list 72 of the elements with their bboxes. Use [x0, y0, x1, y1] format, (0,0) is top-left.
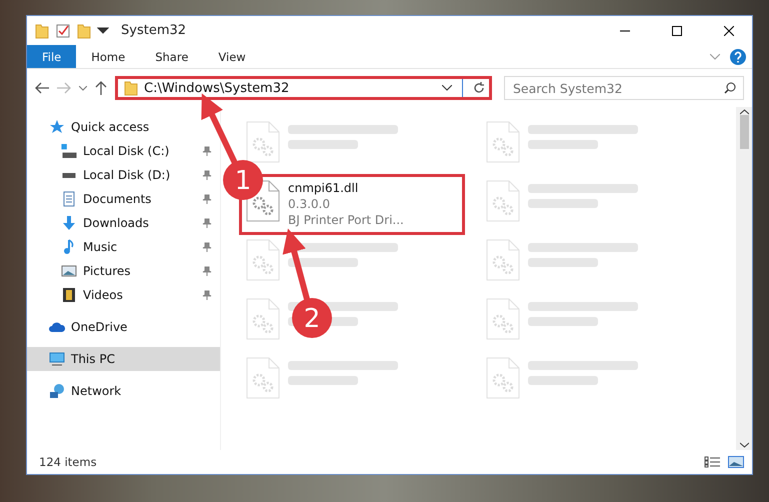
dll-file-icon: [246, 121, 280, 163]
up-button[interactable]: [95, 81, 107, 95]
blurred-text-bar: [288, 140, 358, 149]
star-icon: [49, 119, 65, 135]
chevron-down-icon[interactable]: [442, 85, 452, 91]
pin-icon[interactable]: [202, 218, 212, 228]
drive-icon: [61, 144, 77, 158]
document-icon: [61, 191, 77, 207]
dll-file-icon: [486, 180, 520, 222]
ribbon-tab[interactable]: Share: [140, 45, 204, 68]
blurred-text-bar: [288, 258, 358, 267]
ribbon-tab[interactable]: Home: [76, 45, 140, 68]
drive-icon: [61, 172, 77, 178]
sidebar-item[interactable]: Network: [27, 379, 220, 403]
address-path: C:\Windows\System32: [144, 80, 290, 96]
sidebar-item[interactable]: OneDrive: [27, 315, 220, 339]
file-description: BJ Printer Port Dri...: [288, 212, 404, 228]
scroll-up-icon[interactable]: [740, 109, 748, 115]
address-bar[interactable]: C:\Windows\System32: [115, 76, 492, 100]
item-count: 124 items: [39, 455, 98, 469]
pin-icon[interactable]: [202, 170, 212, 180]
folder-icon: [124, 80, 138, 96]
file-version: 0.3.0.0: [288, 196, 331, 212]
scrollbar-thumb[interactable]: [740, 115, 748, 149]
pin-icon[interactable]: [202, 266, 212, 276]
details-view-icon[interactable]: [704, 456, 720, 468]
dll-file-icon: [486, 121, 520, 163]
customize-toolbar-icon[interactable]: [97, 26, 109, 36]
recent-locations-button[interactable]: [79, 86, 87, 90]
close-icon: [724, 26, 734, 36]
pin-icon[interactable]: [202, 194, 212, 204]
blurred-text-bar: [528, 317, 598, 326]
pin-icon[interactable]: [202, 242, 212, 252]
scroll-down-icon[interactable]: [740, 442, 748, 448]
picture-icon: [61, 263, 77, 279]
refresh-icon[interactable]: [473, 82, 485, 94]
pin-icon[interactable]: [202, 146, 212, 156]
download-arrow-icon: [61, 215, 77, 231]
search-icon[interactable]: [724, 82, 736, 94]
ribbon-tab[interactable]: File: [27, 45, 76, 68]
film-icon: [61, 287, 77, 303]
pin-icon[interactable]: [202, 290, 212, 300]
blurred-text-bar: [528, 140, 598, 149]
sidebar-item[interactable]: Music: [27, 235, 220, 259]
blurred-text-bar: [528, 376, 598, 385]
ribbon-tab[interactable]: View: [203, 45, 261, 68]
dll-file-icon: [246, 357, 280, 399]
scrollbar[interactable]: [736, 107, 752, 450]
new-folder-icon: [77, 22, 91, 38]
properties-icon[interactable]: [55, 22, 71, 38]
dll-file-icon: [246, 239, 280, 281]
dll-file-icon: [486, 239, 520, 281]
folder-icon: [35, 22, 49, 38]
blurred-text-bar: [288, 376, 358, 385]
blurred-text-bar: [528, 199, 598, 208]
dll-file-icon: [486, 357, 520, 399]
file-name: cnmpi61.dll: [288, 180, 360, 196]
maximize-icon: [672, 26, 682, 36]
window-title: System32: [121, 23, 186, 38]
sidebar-item[interactable]: Downloads: [27, 211, 220, 235]
help-icon[interactable]: [730, 48, 746, 64]
sidebar-item[interactable]: This PC: [27, 347, 220, 371]
back-button[interactable]: [35, 82, 49, 94]
network-icon: [49, 383, 65, 399]
sidebar-item[interactable]: Videos: [27, 283, 220, 307]
dll-file-icon: [486, 298, 520, 340]
search-field[interactable]: Search System32: [504, 76, 744, 100]
blurred-text-bar: [528, 258, 598, 267]
dll-file-icon: [246, 298, 280, 340]
monitor-icon: [49, 351, 65, 367]
sidebar-item[interactable]: Pictures: [27, 259, 220, 283]
large-icons-view-icon[interactable]: [728, 456, 744, 468]
